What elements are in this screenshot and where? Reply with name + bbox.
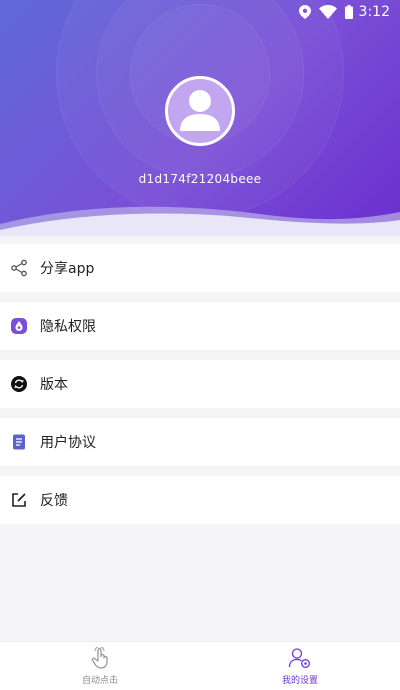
feedback-icon [10,491,28,509]
menu-item-privacy[interactable]: 隐私权限 [0,302,400,350]
menu-item-label: 用户协议 [40,435,96,451]
status-bar: 3:12 [0,0,400,24]
menu-item-feedback[interactable]: 反馈 [0,476,400,524]
menu-item-version[interactable]: 版本 [0,360,400,408]
menu-item-share[interactable]: 分享app [0,244,400,292]
battery-icon [344,5,353,19]
agreement-icon [10,433,28,451]
location-icon [298,5,311,19]
menu-item-label: 版本 [40,377,68,393]
menu-item-label: 分享app [40,261,95,277]
tab-label: 我的设置 [281,675,318,686]
header-wave [0,206,400,236]
share-icon [10,259,28,277]
version-icon [10,375,28,393]
wifi-icon [318,5,337,19]
tap-hand-icon [90,646,110,669]
tab-auto-click[interactable]: 自动点击 [0,642,200,690]
settings-menu: 分享app 隐私权限 版本 用户协议 反馈 [0,244,400,534]
user-id: d1d174f21204beee [138,172,262,186]
status-time: 3:12 [358,4,390,20]
avatar[interactable] [165,76,235,146]
user-settings-icon [288,647,312,669]
menu-item-label: 反馈 [40,493,68,509]
user-icon [180,90,220,131]
bottom-tab-bar: 自动点击 我的设置 [0,641,400,690]
menu-item-label: 隐私权限 [40,319,96,335]
menu-item-agreement[interactable]: 用户协议 [0,418,400,466]
tab-label: 自动点击 [81,675,118,686]
privacy-icon [10,317,28,335]
tab-my-settings[interactable]: 我的设置 [200,642,400,690]
